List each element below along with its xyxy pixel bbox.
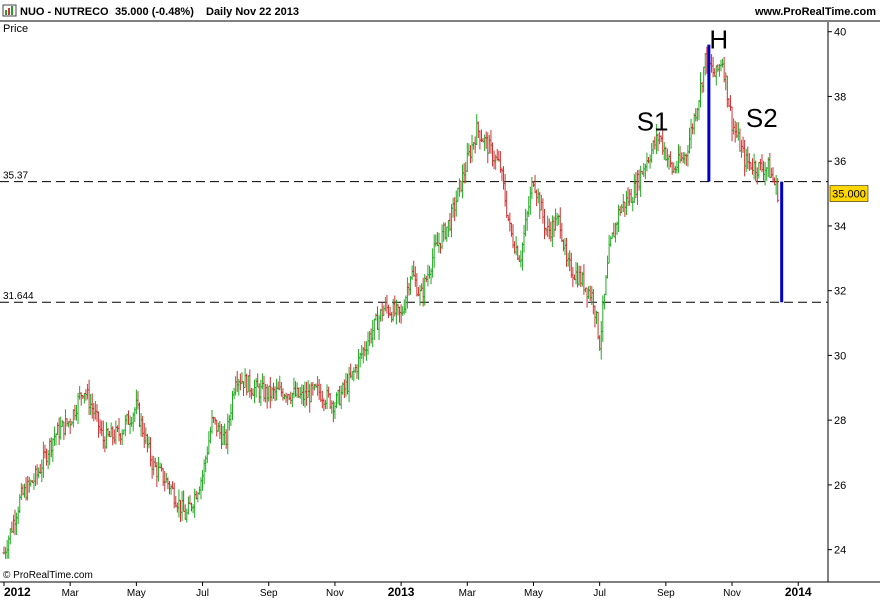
price-chart: NUO - NUTRECO 35.000 (-0.48%) Daily Nov … [0, 0, 880, 600]
x-tick-label: Mar [459, 588, 477, 599]
y-tick-label: 28 [834, 415, 846, 427]
annotation-shoulder-2: S2 [746, 103, 778, 133]
x-tick-label: May [127, 588, 146, 599]
x-tick-label: Nov [723, 588, 741, 599]
y-tick-label: 40 [834, 27, 846, 39]
annotation-head: H [709, 25, 728, 55]
y-tick-label: 26 [834, 480, 846, 492]
symbol-name: NUO - NUTRECO [20, 6, 109, 18]
y-tick-label: 38 [834, 91, 846, 103]
annotation-shoulder-1: S1 [637, 107, 669, 137]
y-axis-label: Price [3, 23, 28, 35]
chart-icon [2, 4, 17, 17]
timeframe-date: Daily Nov 22 2013 [206, 6, 299, 18]
x-tick-label: Sep [657, 588, 675, 599]
x-tick-label: Nov [326, 588, 344, 599]
y-tick-label: 30 [834, 350, 846, 362]
y-tick-label: 36 [834, 156, 846, 168]
x-tick-label: 2014 [785, 585, 812, 599]
copyright-text: © ProRealTime.com [3, 570, 93, 581]
y-tick-label: 32 [834, 286, 846, 298]
x-tick-label: 2013 [388, 585, 415, 599]
x-tick-label: Jul [196, 588, 209, 599]
x-tick-label: 2012 [4, 585, 31, 599]
last-price-value: 35.000 [832, 189, 866, 201]
level-label: 31.644 [3, 291, 34, 302]
level-label: 35.37 [3, 171, 28, 182]
y-tick-label: 34 [834, 221, 846, 233]
y-tick-label: 24 [834, 545, 846, 557]
price-change: 35.000 (-0.48%) [115, 6, 194, 18]
x-tick-label: May [524, 588, 543, 599]
chart-window: NUO - NUTRECO 35.000 (-0.48%) Daily Nov … [0, 0, 880, 600]
x-tick-label: Mar [62, 588, 80, 599]
x-tick-label: Sep [260, 588, 278, 599]
x-tick-label: Jul [593, 588, 606, 599]
website-link[interactable]: www.ProRealTime.com [754, 6, 876, 18]
